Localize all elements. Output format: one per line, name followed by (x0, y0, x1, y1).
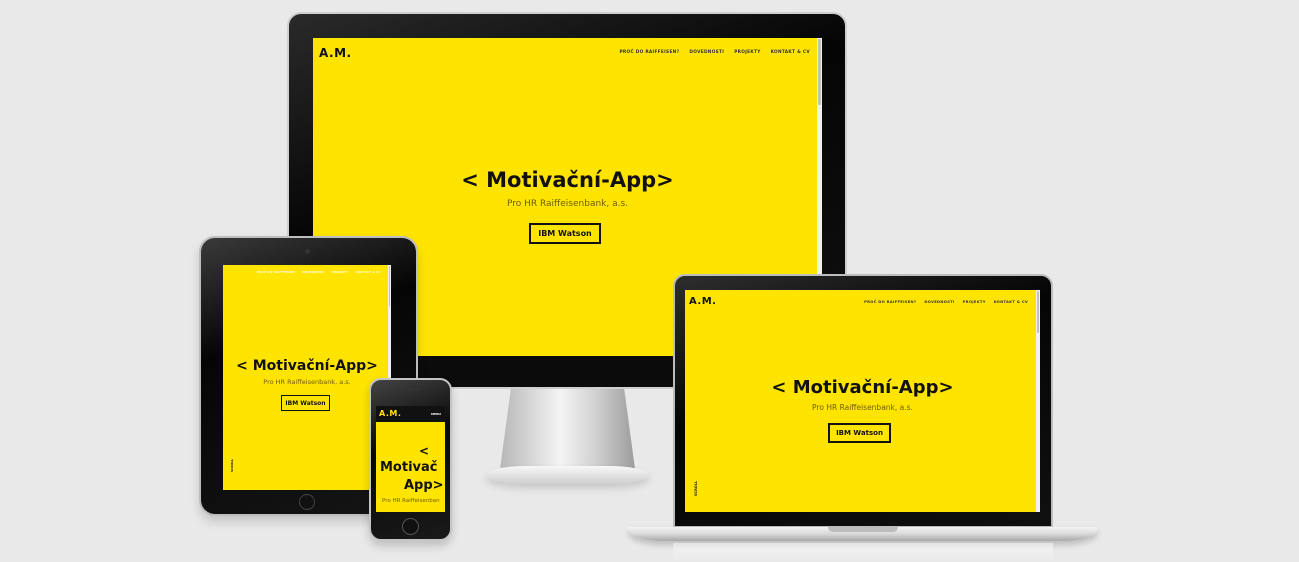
phone-speaker (403, 388, 419, 391)
phone-home-button (402, 518, 419, 535)
scrollbar-thumb[interactable] (818, 39, 821, 105)
phone-menu-button[interactable]: MENU (431, 412, 441, 416)
nav-item-projekty[interactable]: PROJEKTY (734, 50, 760, 55)
monitor-stand-neck (500, 389, 635, 469)
phone-hero-subtitle: Pro HR Raiffeisenban (382, 498, 440, 504)
hero-button[interactable]: IBM Watson (529, 223, 601, 244)
tablet-scrollbar-thumb[interactable] (389, 266, 390, 306)
laptop-scrollbar[interactable] (1036, 290, 1040, 512)
phone-hero-title-line-3: App> (404, 478, 444, 493)
laptop-hero-subtitle: Pro HR Raiffeisenbank, a.s. (812, 403, 913, 412)
laptop-screen: A.M. PROČ DO RAIFFEISEN? DOVEDNOSTI PROJ… (685, 290, 1040, 512)
laptop-notch (828, 527, 898, 532)
tablet-screen: PROČ DO RAIFFEISEN? DOVEDNOSTI PROJEKTY … (223, 265, 391, 490)
tablet-nav: PROČ DO RAIFFEISEN? DOVEDNOSTI PROJEKTY … (257, 271, 381, 274)
laptop-nav-item-projekty[interactable]: PROJEKTY (963, 300, 986, 304)
site-logo[interactable]: A.M. (319, 46, 352, 60)
nav-item-dovednosti[interactable]: DOVEDNOSTI (689, 50, 724, 55)
tablet-scroll-hint[interactable]: SCROLL (230, 459, 234, 472)
phone-logo[interactable]: A.M. (379, 409, 401, 418)
monitor-stand-base (486, 466, 649, 484)
laptop-hero-button[interactable]: IBM Watson (828, 423, 891, 443)
tablet-nav-item-kontakt[interactable]: KONTAKT & CV (356, 271, 381, 274)
tablet-hero-subtitle: Pro HR Raiffeisenbank, a.s. (263, 378, 351, 386)
laptop-nav-item-proc[interactable]: PROČ DO RAIFFEISEN? (864, 300, 916, 304)
hero-title: < Motivační-App> (461, 168, 674, 192)
nav-item-kontakt[interactable]: KONTAKT & CV (771, 50, 810, 55)
hero-subtitle: Pro HR Raiffeisenbank, a.s. (506, 199, 629, 209)
main-nav: PROČ DO RAIFFEISEN? DOVEDNOSTI PROJEKTY … (619, 50, 810, 55)
phone-hero-title-line-1: < (418, 444, 429, 458)
laptop-reflection (673, 543, 1053, 562)
tablet-camera (305, 249, 310, 254)
laptop-scrollbar-thumb[interactable] (1037, 291, 1039, 333)
tablet-nav-item-proc[interactable]: PROČ DO RAIFFEISEN? (257, 271, 295, 274)
laptop-nav: PROČ DO RAIFFEISEN? DOVEDNOSTI PROJEKTY … (864, 300, 1028, 304)
laptop-hero-title: < Motivační-App> (771, 377, 954, 398)
laptop-logo[interactable]: A.M. (689, 296, 716, 307)
laptop-nav-item-kontakt[interactable]: KONTAKT & CV (994, 300, 1028, 304)
tablet-nav-item-projekty[interactable]: PROJEKTY (332, 271, 349, 274)
laptop-scroll-hint[interactable]: SCROLL (694, 481, 698, 496)
tablet-nav-item-dovednosti[interactable]: DOVEDNOSTI (302, 271, 324, 274)
tablet-hero-button[interactable]: IBM Watson (281, 395, 330, 411)
tablet-hero-title: < Motivační-App> (236, 358, 378, 374)
phone-screen: A.M. MENU < Motivač App> Pro HR Raiffeis… (376, 406, 445, 512)
laptop-nav-item-dovednosti[interactable]: DOVEDNOSTI (924, 300, 954, 304)
tablet-home-button (299, 494, 315, 510)
phone-hero-title-line-2: Motivač (380, 460, 438, 475)
nav-item-proc[interactable]: PROČ DO RAIFFEISEN? (619, 50, 679, 55)
